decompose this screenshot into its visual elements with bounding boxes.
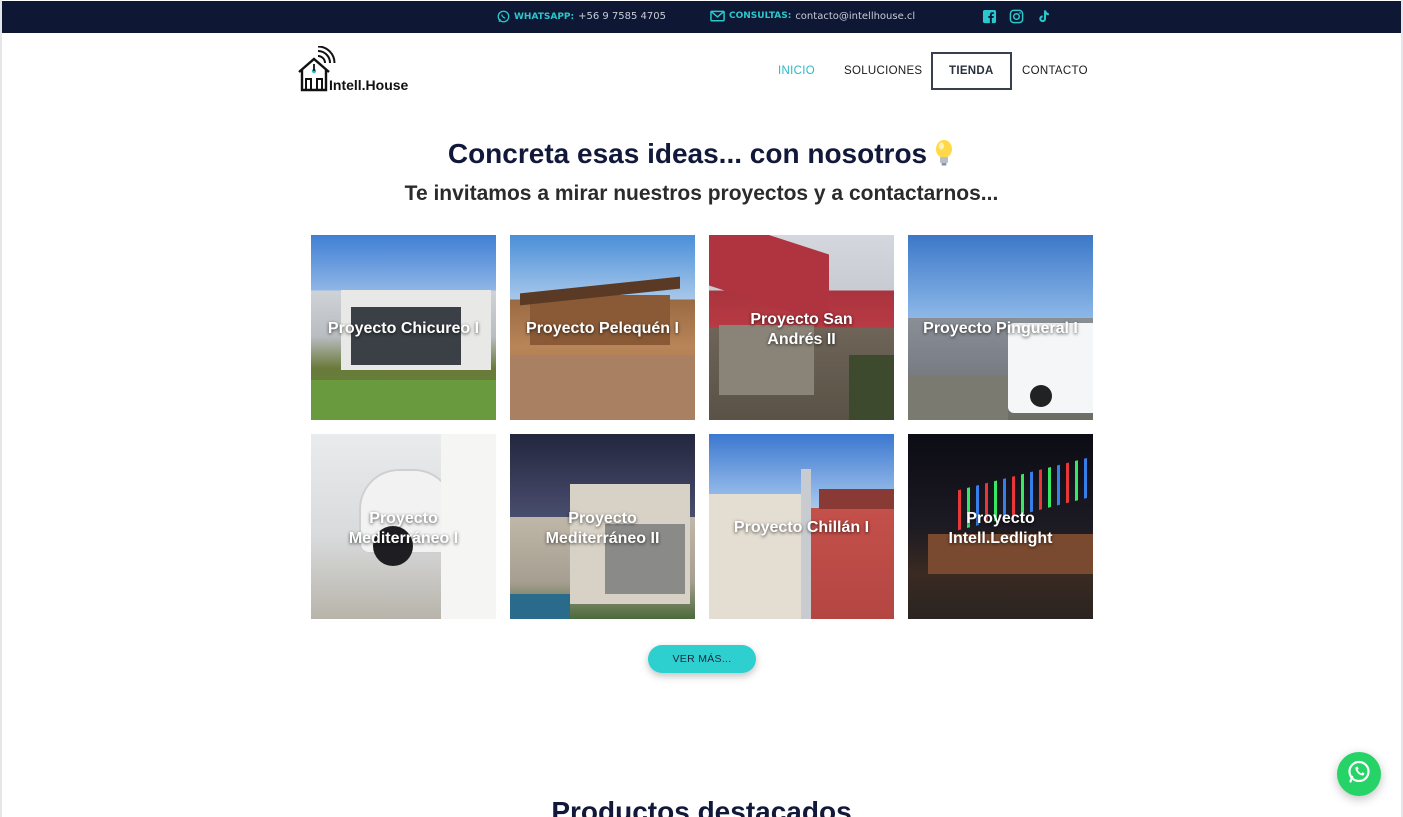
- facebook-icon[interactable]: [982, 9, 997, 24]
- whatsapp-icon: [497, 10, 510, 23]
- nav-item-contacto[interactable]: CONTACTO: [1022, 52, 1088, 90]
- project-card-label: Proyecto Mediterráneo II: [545, 509, 660, 547]
- project-card-label: Proyecto Pingueral I: [923, 319, 1078, 337]
- nav-item-tienda[interactable]: TIENDA: [931, 52, 1012, 90]
- lightbulb-icon: [933, 139, 955, 167]
- brand-logo[interactable]: Intell.House: [296, 46, 416, 96]
- project-card-mediterraneo-ii[interactable]: Proyecto Mediterráneo II: [510, 434, 695, 619]
- social-links: [982, 9, 1051, 24]
- email-contact-link[interactable]: CONSULTAS: contacto@intellhouse.cl: [710, 10, 915, 22]
- whatsapp-icon: [1346, 759, 1372, 789]
- project-card-pelequen-i[interactable]: Proyecto Pelequén I: [510, 235, 695, 420]
- project-card-label: Proyecto Mediterráneo I: [348, 509, 459, 547]
- whatsapp-contact-link[interactable]: WHATSAPP: +56 9 7585 4705: [497, 10, 666, 23]
- email-address: contacto@intellhouse.cl: [795, 10, 916, 22]
- hero-title: Concreta esas ideas... con nosotros: [0, 138, 1403, 170]
- project-card-san-andres-ii[interactable]: Proyecto San Andrés II: [709, 235, 894, 420]
- project-card-label: Proyecto Chicureo I: [327, 319, 480, 337]
- products-section-title: Productos destacados: [551, 796, 852, 817]
- project-card-mediterraneo-i[interactable]: Proyecto Mediterráneo I: [311, 434, 496, 619]
- email-label: CONSULTAS:: [729, 11, 792, 21]
- page-border-left: [0, 0, 2, 817]
- tiktok-icon[interactable]: [1036, 9, 1051, 24]
- nav-item-inicio[interactable]: INICIO: [778, 52, 815, 90]
- whatsapp-float-button[interactable]: [1337, 752, 1381, 796]
- hero-subtitle: Te invitamos a mirar nuestros proyectos …: [404, 182, 999, 205]
- project-card-label: Proyecto Chillán I: [733, 518, 870, 536]
- whatsapp-label: WHATSAPP:: [514, 11, 575, 22]
- project-card-chicureo-i[interactable]: Proyecto Chicureo I: [311, 235, 496, 420]
- brand-name: Intell.House: [329, 77, 409, 93]
- instagram-icon[interactable]: [1009, 9, 1024, 24]
- project-card-chillan-i[interactable]: Proyecto Chillán I: [709, 434, 894, 619]
- envelope-icon: [710, 10, 725, 22]
- hero-title-text: Concreta esas ideas... con nosotros: [447, 138, 928, 169]
- see-more-button[interactable]: VER MÁS...: [648, 645, 756, 673]
- project-card-label: Proyecto Pelequén I: [526, 319, 679, 337]
- whatsapp-number: +56 9 7585 4705: [578, 11, 667, 22]
- nav-item-soluciones[interactable]: SOLUCIONES: [844, 52, 922, 90]
- top-contact-bar: WHATSAPP: +56 9 7585 4705 CONSULTAS: con…: [2, 1, 1401, 33]
- project-card-pingueral-i[interactable]: Proyecto Pingueral I: [908, 235, 1093, 420]
- project-card-label: Proyecto Intell.Ledlight: [948, 509, 1053, 547]
- project-card-intell-ledlight[interactable]: Proyecto Intell.Ledlight: [908, 434, 1093, 619]
- project-card-label: Proyecto San Andrés II: [750, 310, 853, 348]
